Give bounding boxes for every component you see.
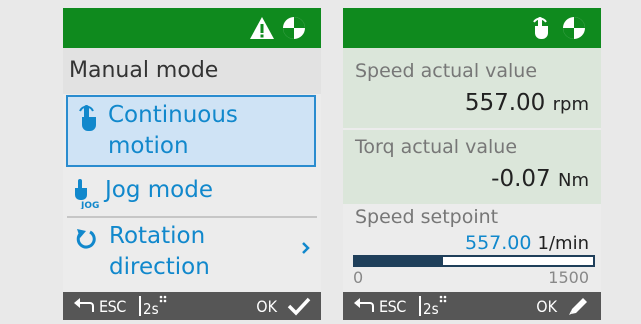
hand-touch-icon: [79, 105, 96, 131]
hold-dots-icon: [439, 295, 447, 303]
status-header: [343, 8, 601, 48]
back-arrow-icon[interactable]: [353, 296, 375, 316]
speed-actual-label: Speed actual value: [355, 60, 538, 82]
hold-time-label: 2s: [423, 300, 439, 318]
warning-icon: [250, 17, 274, 39]
jog-hand-icon: JOG: [75, 179, 99, 209]
torque-actual-box: Torq actual value -0.07 Nm: [343, 130, 601, 204]
svg-text:JOG: JOG: [80, 201, 99, 209]
status-header: [63, 8, 321, 48]
ok-key-label[interactable]: OK: [256, 297, 277, 316]
menu-item-jog-mode[interactable]: JOG Jog mode: [67, 170, 317, 214]
setpoint-value[interactable]: 557.00 1/min: [465, 232, 589, 254]
drive-values-panel: Speed actual value 557.00 rpm Torq actua…: [343, 8, 601, 320]
menu-item-continuous-motion[interactable]: Continuous motion: [66, 95, 316, 167]
scale-min-label: 0: [353, 268, 364, 287]
torque-actual-value: -0.07 Nm: [491, 166, 589, 192]
esc-key-label[interactable]: ESC: [99, 297, 126, 316]
separator: [419, 296, 421, 316]
rotation-icon: [76, 229, 96, 249]
chevron-right-icon: [302, 242, 310, 254]
scale-max-label: 1500: [548, 268, 589, 287]
hold-time-label: 2s: [143, 300, 159, 318]
status-circle-icon: [283, 17, 305, 39]
separator: [139, 296, 141, 316]
pencil-icon[interactable]: [567, 296, 591, 316]
divider: [67, 217, 317, 218]
speed-actual-value: 557.00 rpm: [464, 90, 589, 116]
status-circle-icon: [563, 17, 585, 39]
back-arrow-icon[interactable]: [73, 296, 95, 316]
esc-key-label[interactable]: ESC: [379, 297, 406, 316]
torque-actual-label: Torq actual value: [355, 136, 518, 158]
check-icon[interactable]: [287, 296, 311, 316]
menu-item-rotation-direction[interactable]: Rotation direction: [67, 220, 317, 286]
hold-dots-icon: [159, 295, 167, 303]
page-title: Manual mode: [63, 48, 321, 94]
divider: [67, 216, 317, 217]
speed-actual-box: Speed actual value 557.00 rpm: [343, 48, 601, 128]
setpoint-progress-fill: [355, 257, 444, 265]
ok-key-label[interactable]: OK: [536, 297, 557, 316]
hand-touch-icon: [533, 17, 548, 39]
speed-setpoint-box[interactable]: Speed setpoint 557.00 1/min 0 1500: [343, 206, 601, 292]
setpoint-label: Speed setpoint: [355, 206, 499, 228]
softkey-footer: ESC 2s OK: [63, 292, 321, 320]
manual-mode-panel: Manual mode Continuous motion JOG Jog mo…: [63, 8, 321, 320]
softkey-footer: ESC 2s OK: [343, 292, 601, 320]
setpoint-progress-bar: [353, 255, 595, 267]
